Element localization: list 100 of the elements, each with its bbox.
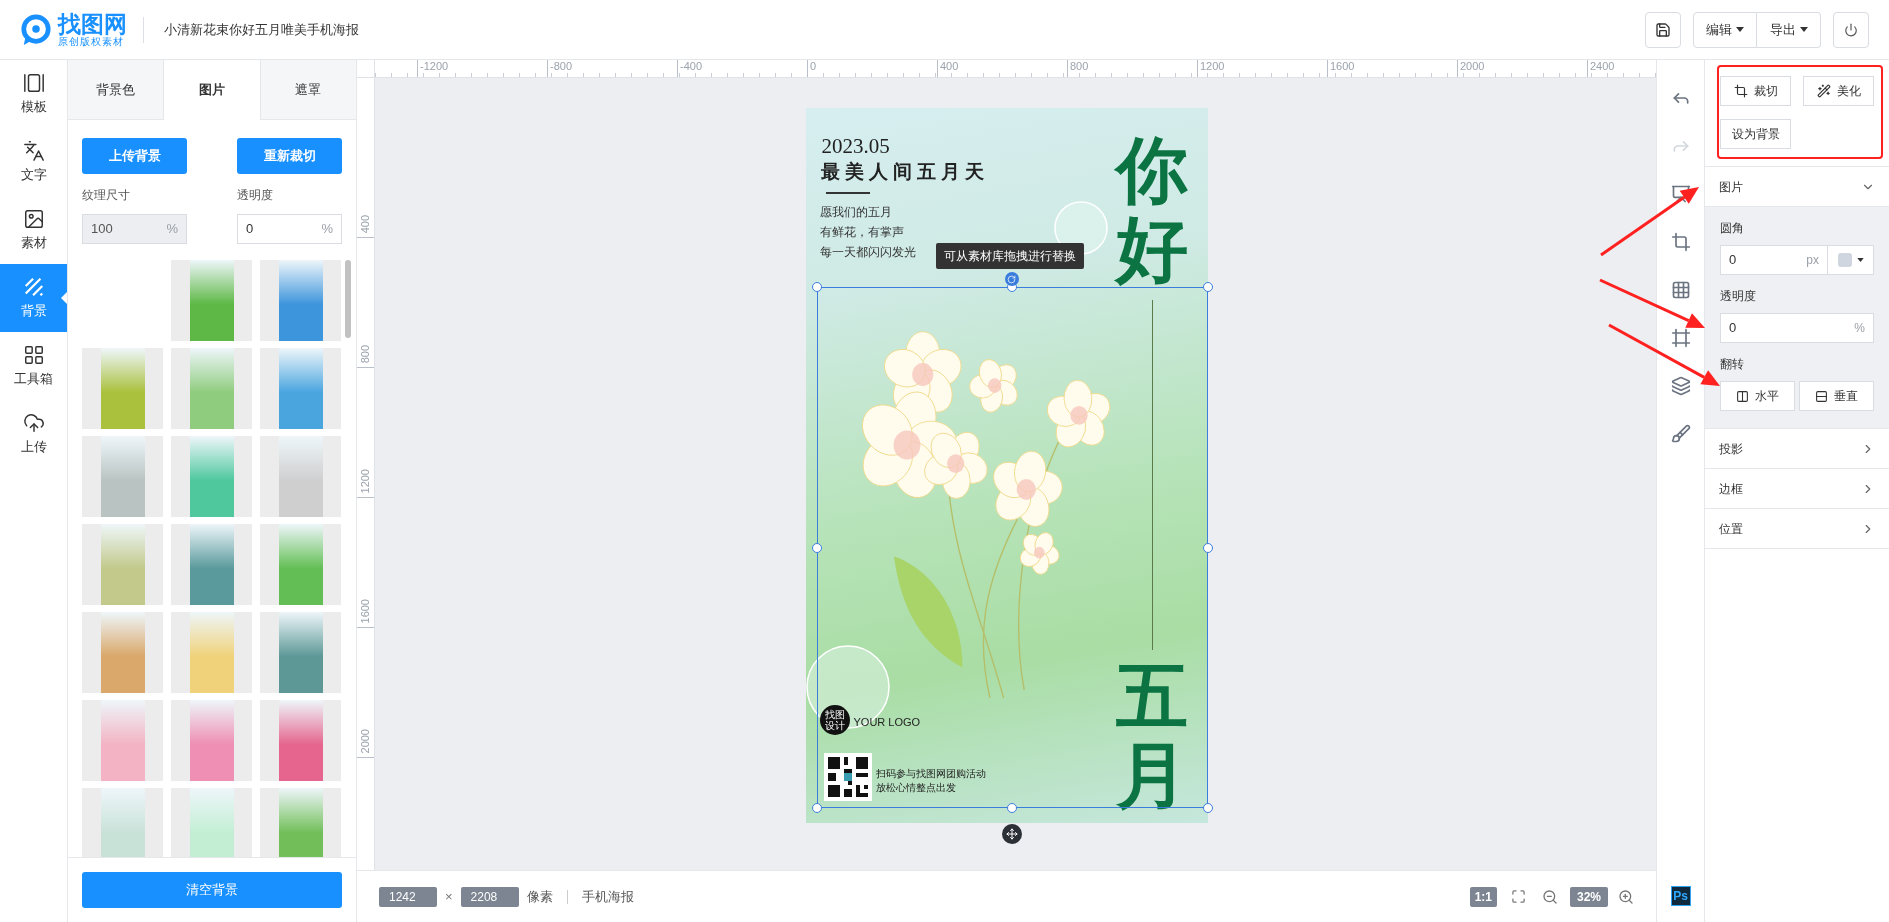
power-icon [1844,22,1858,37]
scrollbar-thumb[interactable] [345,260,351,338]
caret-icon [1799,27,1808,32]
action-button[interactable]: 裁切 [1720,76,1791,106]
resize-handle[interactable] [811,803,822,813]
panel-tab[interactable]: 遮罩 [260,60,356,120]
action-button[interactable]: 设为背景 [1720,119,1791,149]
value-input[interactable]: 0 [246,219,322,239]
value-input[interactable]: 0 [1729,250,1807,270]
resize-handle[interactable] [1202,542,1213,553]
background-thumbnail[interactable] [82,436,163,517]
width-value[interactable]: 1242 [379,886,437,907]
background-thumbnail[interactable] [260,788,341,857]
flip-button[interactable]: 水平 [1720,381,1795,411]
background-thumbnail[interactable] [260,700,341,781]
percent-field[interactable]: 0 % [237,214,342,244]
logo-text: YOUR LOGO [853,715,921,730]
background-thumbnail[interactable] [82,348,163,429]
flip-button[interactable]: 垂直 [1799,381,1874,411]
panel-tab[interactable]: 背景色 [68,60,164,120]
resize-handle[interactable] [1007,803,1017,813]
background-thumbnail[interactable] [171,260,252,341]
resize-handle[interactable] [811,282,822,292]
value-field[interactable]: 0 % [1720,313,1874,343]
section-header[interactable]: 图片 [1705,167,1889,206]
value-field[interactable]: 0 px [1720,245,1828,275]
background-thumbnail[interactable] [260,348,341,429]
zoom-value[interactable]: 32% [1569,886,1608,907]
field-label: 透明度 [1720,288,1757,305]
field-label: 翻转 [1720,356,1745,373]
background-thumbnail[interactable] [82,700,163,781]
ruler-label: -1200 [419,60,450,73]
background-thumbnail[interactable] [171,612,252,693]
background-thumbnail[interactable] [171,788,252,857]
caret-icon [1736,27,1744,32]
move-icon [1005,828,1018,840]
background-thumbnail[interactable] [260,612,341,693]
image-icon [22,207,45,230]
poster-text: 有鲜花，有掌声 [819,224,905,240]
zoom-out-icon[interactable] [1541,888,1558,905]
template-icon [22,71,45,94]
poster-title: 你好 [1115,130,1188,289]
ratio-button[interactable]: 1:1 [1469,886,1497,907]
field-label: 透明度 [237,187,274,204]
nav-item[interactable]: 工具箱 [0,332,67,400]
color-dropdown[interactable] [1828,245,1874,275]
fullscreen-icon[interactable] [1510,889,1526,904]
layers-icon[interactable] [1670,376,1691,396]
canvas-type: 手机海报 [581,887,634,906]
ruler-label: 1600 [1329,60,1356,73]
menu-button[interactable]: 导出 [1757,11,1821,48]
brush-icon[interactable] [1670,424,1691,444]
action-button[interactable]: 美化 [1803,76,1874,106]
background-thumbnail[interactable] [171,700,252,781]
background-thumbnail[interactable] [171,436,252,517]
flip-horizontal-icon [1736,389,1749,403]
background-thumbnail[interactable] [82,612,163,693]
stripes-icon [22,275,45,298]
poster-title: 五月 [1115,656,1188,815]
background-thumbnail[interactable] [260,524,341,605]
background-thumbnail[interactable] [260,260,341,341]
background-thumbnail[interactable] [171,524,252,605]
background-thumbnail[interactable] [82,524,163,605]
zoom-in-icon[interactable] [1618,888,1634,905]
nav-item[interactable]: 素材 [0,196,67,264]
photoshop-button[interactable]: Ps [1670,886,1691,906]
poster-headline: 最美人间五月天 [820,162,989,181]
background-thumbnail[interactable] [82,788,163,857]
move-handle[interactable] [1001,824,1022,844]
magic-wand-icon [1816,84,1831,98]
height-value[interactable]: 2208 [460,886,519,907]
menu-button[interactable]: 编辑 [1693,11,1757,48]
background-thumbnail[interactable] [260,436,341,517]
panel-tab[interactable]: 图片 [163,60,261,120]
ruler-label: 0 [809,60,818,73]
power-button[interactable] [1833,11,1869,48]
resize-handle[interactable] [1202,282,1213,292]
section-header[interactable]: 位置 [1705,509,1889,548]
ruler-label: 800 [1069,60,1090,73]
ruler-label: -800 [549,60,574,73]
resize-handle[interactable] [811,542,822,553]
ruler-label: 400 [939,60,960,73]
section-header[interactable]: 投影 [1705,429,1889,468]
logo-tagline: 原创版权素材 [58,35,124,48]
grid-icon[interactable] [1670,280,1691,300]
crop-icon[interactable] [1670,232,1691,252]
background-thumbnail[interactable] [171,348,252,429]
value-input[interactable]: 0 [1729,318,1855,338]
nav-item[interactable]: 模板 [0,60,67,128]
section-header[interactable]: 边框 [1705,469,1889,508]
nav-item[interactable]: 文字 [0,128,67,196]
save-button[interactable] [1645,11,1681,48]
ruler-label: 2400 [1589,60,1616,73]
resize-handle[interactable] [1202,803,1213,813]
nav-item[interactable]: 上传 [0,400,67,468]
poster-date: 2023.05 [821,136,890,157]
frame-icon[interactable] [1670,328,1691,348]
poster-text: 放松心情整点出发 [875,781,957,795]
crop-icon [1733,84,1748,98]
poster-text: 扫码参与找图网团购活动 [875,767,986,781]
